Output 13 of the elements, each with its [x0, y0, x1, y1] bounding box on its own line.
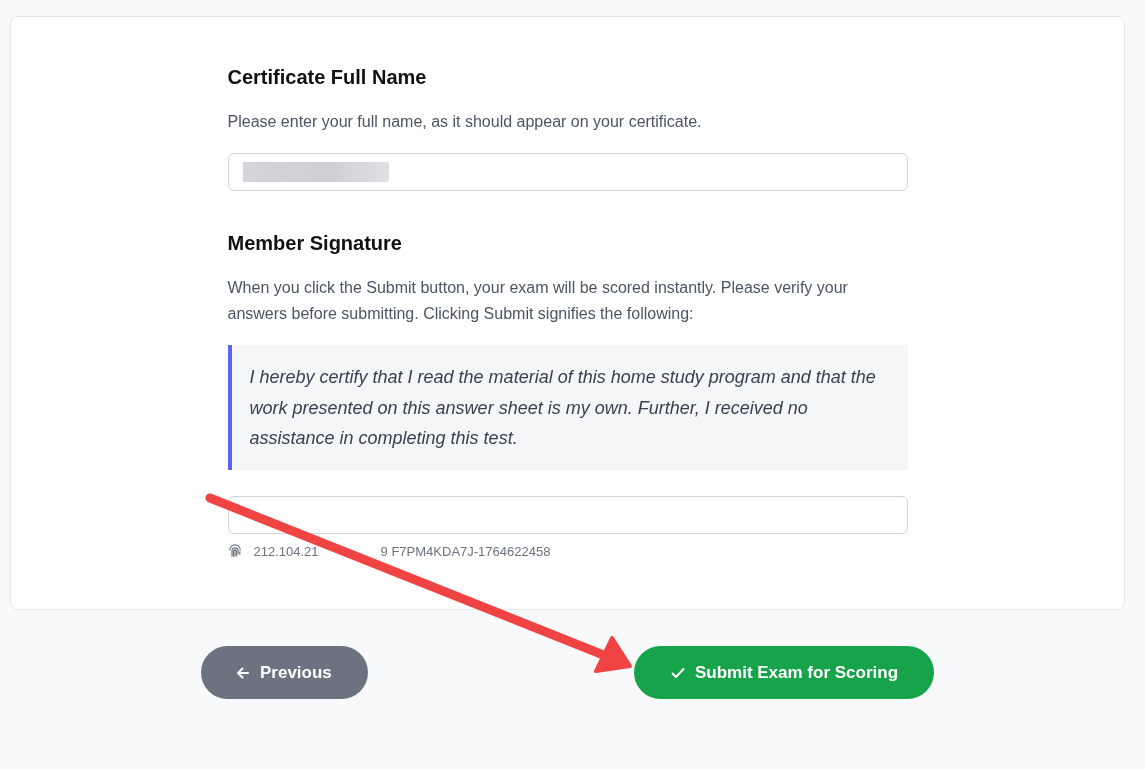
signature-input-field[interactable] — [227, 495, 908, 534]
arrow-left-icon — [235, 664, 251, 681]
fingerprint-text: 9 F7PM4KDA7J-1764622458 — [380, 543, 551, 559]
section-heading: Certificate Full Name — [227, 65, 428, 89]
certification-quote: I hereby certify that I read the material of this home study program and that the work presented on this answer sheet is my own. Further, I received no assistance in completing this test. — [227, 345, 908, 470]
fingerprint-text: 212.104.21 — [253, 543, 319, 559]
section-description: When you click the Submit button, your exam will be scored instantly. Please verify your answers before submitting. Clicking Submit signifies the following: — [227, 278, 849, 324]
fingerprint-icon — [227, 544, 242, 558]
name-input-field[interactable] — [227, 153, 908, 191]
submit-button[interactable]: Submit Exam for Scoring — [634, 646, 934, 699]
previous-button[interactable]: Previous — [201, 646, 368, 699]
section-description: Please enter your full name, as it should appear on your certificate. — [227, 112, 703, 132]
section-heading: Member Signature — [227, 231, 403, 255]
